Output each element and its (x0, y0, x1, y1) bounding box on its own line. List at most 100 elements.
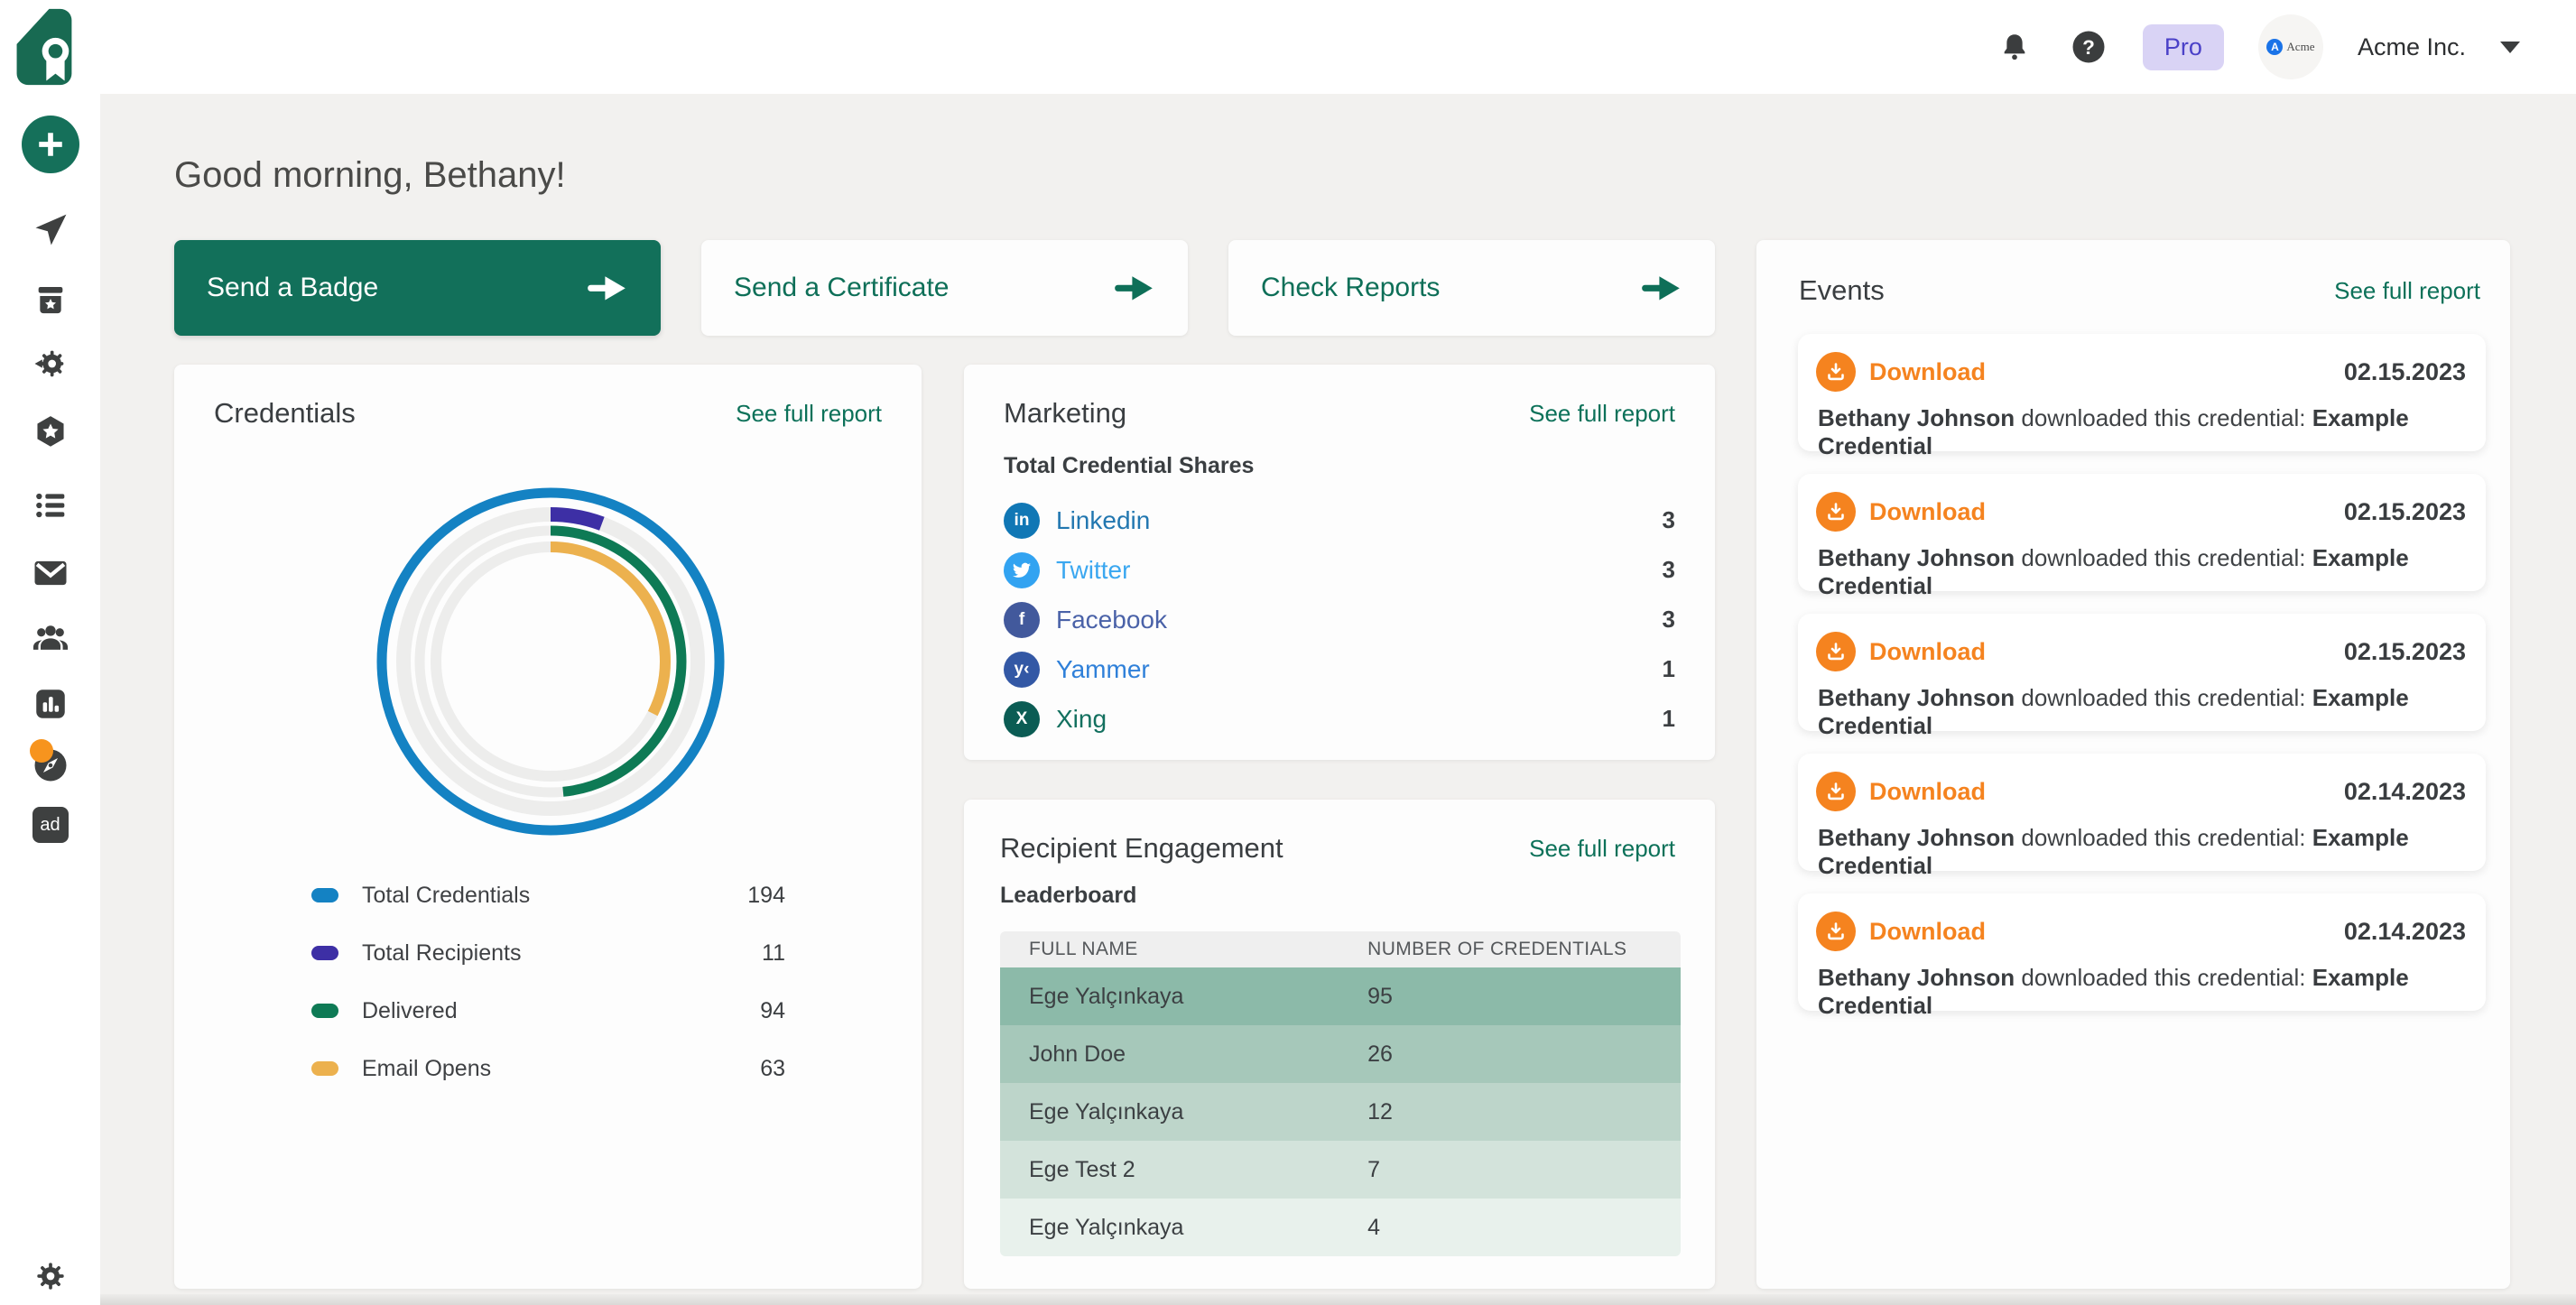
event-description: Bethany Johnson downloaded this credenti… (1816, 684, 2466, 740)
event-actor: Bethany Johnson (1818, 824, 2015, 851)
event-type-label: Download (1869, 778, 1986, 806)
sidebar-item-integrations[interactable] (0, 346, 100, 382)
yammer-share-count: 1 (1663, 655, 1675, 683)
sidebar-item-create[interactable] (0, 116, 100, 173)
leaderboard-header-value: NUMBER OF CREDENTIALS (1367, 939, 1681, 960)
sidebar-item-recipients[interactable] (0, 618, 100, 658)
sidebar: ad (0, 0, 100, 1305)
legend-label: Delivered (362, 998, 458, 1024)
event-card[interactable]: Download02.15.2023Bethany Johnson downlo… (1798, 614, 2486, 731)
engagement-see-full-report-link[interactable]: See full report (1529, 835, 1675, 863)
event-top-row: Download02.14.2023 (1816, 912, 2466, 951)
pro-badge[interactable]: Pro (2143, 24, 2224, 70)
gear-arrow-icon (32, 346, 69, 382)
event-type-label: Download (1869, 918, 1986, 946)
horizontal-scrollbar[interactable] (0, 1294, 2576, 1305)
app-logo[interactable] (0, 7, 100, 87)
twitter-link[interactable]: Twitter (1056, 556, 1130, 585)
event-description: Bethany Johnson downloaded this credenti… (1816, 404, 2466, 460)
download-badge-icon (1816, 632, 1856, 671)
certificate-logo-icon (15, 7, 86, 87)
legend-label: Email Opens (362, 1056, 491, 1082)
event-description: Bethany Johnson downloaded this credenti… (1816, 544, 2466, 600)
sidebar-item-analytics[interactable] (0, 685, 100, 723)
download-badge-icon (1816, 772, 1856, 811)
sidebar-item-badges[interactable] (0, 413, 100, 451)
ring-track (403, 514, 698, 809)
recipient-engagement-card: Recipient Engagement See full report Lea… (964, 800, 1715, 1289)
send-certificate-button[interactable]: Send a Certificate (701, 240, 1188, 336)
twitter-share-count: 3 (1663, 556, 1675, 584)
recipient-engagement-title: Recipient Engagement (1000, 832, 1283, 865)
sidebar-item-settings[interactable] (0, 1258, 100, 1294)
xing-link[interactable]: Xing (1056, 705, 1107, 734)
sidebar-item-ads[interactable]: ad (0, 807, 100, 843)
credentials-card: Credentials See full report Total Creden… (174, 365, 922, 1289)
linkedin-link[interactable]: Linkedin (1056, 506, 1150, 535)
event-card[interactable]: Download02.14.2023Bethany Johnson downlo… (1798, 754, 2486, 871)
sidebar-item-mail[interactable] (0, 554, 100, 592)
leaderboard-table: FULL NAME NUMBER OF CREDENTIALS Ege Yalç… (1000, 931, 1681, 1256)
events-title: Events (1799, 274, 1885, 307)
marketing-see-full-report-link[interactable]: See full report (1529, 400, 1675, 428)
legend-value: 194 (747, 883, 785, 909)
legend-row: Delivered94 (311, 982, 785, 1040)
chevron-down-icon[interactable] (2500, 42, 2520, 53)
xing-share-count: 1 (1663, 705, 1675, 733)
event-card[interactable]: Download02.15.2023Bethany Johnson downlo… (1798, 474, 2486, 591)
org-avatar[interactable]: A Acme (2258, 14, 2323, 79)
linkedin-icon: in (1004, 503, 1040, 539)
leaderboard-cell-name: Ege Yalçınkaya (1000, 1099, 1367, 1125)
yammer-link[interactable]: Yammer (1056, 655, 1150, 684)
legend-value: 63 (760, 1056, 785, 1082)
legend-color-pill (311, 946, 338, 960)
inbox-star-icon (32, 282, 69, 319)
leaderboard-cell-name: Ege Test 2 (1000, 1157, 1367, 1183)
legend-color-pill (311, 1004, 338, 1018)
sidebar-item-send[interactable] (0, 210, 100, 250)
event-action: downloaded this credential: (2021, 404, 2305, 431)
list-icon (32, 487, 69, 523)
facebook-icon: f (1004, 602, 1040, 638)
event-type-label: Download (1869, 358, 1986, 386)
facebook-share-count: 3 (1663, 606, 1675, 634)
send-badge-label: Send a Badge (207, 273, 378, 303)
notifications-button[interactable] (1995, 27, 2034, 67)
event-top-row: Download02.15.2023 (1816, 352, 2466, 392)
download-badge-icon (1816, 492, 1856, 532)
check-reports-button[interactable]: Check Reports (1228, 240, 1715, 336)
download-icon (1825, 921, 1847, 942)
event-card[interactable]: Download02.14.2023Bethany Johnson downlo… (1798, 893, 2486, 1011)
legend-label: Total Credentials (362, 883, 530, 909)
legend-value: 11 (762, 940, 785, 967)
event-type-label: Download (1869, 638, 1986, 666)
mail-icon (32, 554, 69, 592)
send-badge-button[interactable]: Send a Badge (174, 240, 661, 336)
top-header: ? Pro A Acme Acme Inc. (100, 0, 2576, 94)
arrow-right-icon (1639, 273, 1682, 302)
sidebar-item-list[interactable] (0, 487, 100, 523)
events-see-full-report-link[interactable]: See full report (2334, 277, 2480, 305)
acme-logo-word: Acme (2286, 40, 2314, 54)
share-row-linkedin: inLinkedin3 (1004, 495, 1675, 545)
leaderboard-row: Ege Yalçınkaya4 (1000, 1199, 1681, 1256)
event-card[interactable]: Download02.15.2023Bethany Johnson downlo… (1798, 334, 2486, 451)
sidebar-item-inbox[interactable] (0, 282, 100, 319)
download-icon (1825, 781, 1847, 802)
events-card: Events See full report Download02.15.202… (1756, 240, 2510, 1289)
twitter-bird-icon (1012, 560, 1032, 580)
legend-row: Email Opens 63 (311, 1040, 785, 1097)
credentials-see-full-report-link[interactable]: See full report (736, 400, 882, 428)
twitter-icon (1004, 552, 1040, 588)
event-date: 02.15.2023 (2344, 498, 2466, 526)
help-button[interactable]: ? (2069, 27, 2108, 67)
event-actor: Bethany Johnson (1818, 544, 2015, 571)
share-row-facebook: f Facebook 3 (1004, 595, 1675, 644)
sidebar-item-discover[interactable] (0, 746, 100, 784)
leaderboard-row: Ege Yalçınkaya12 (1000, 1083, 1681, 1141)
download-badge-icon (1816, 912, 1856, 951)
facebook-link[interactable]: Facebook (1056, 606, 1167, 634)
leaderboard-header-name: FULL NAME (1000, 939, 1367, 960)
legend-row: Total Credentials 194 (311, 866, 785, 924)
download-icon (1825, 641, 1847, 662)
